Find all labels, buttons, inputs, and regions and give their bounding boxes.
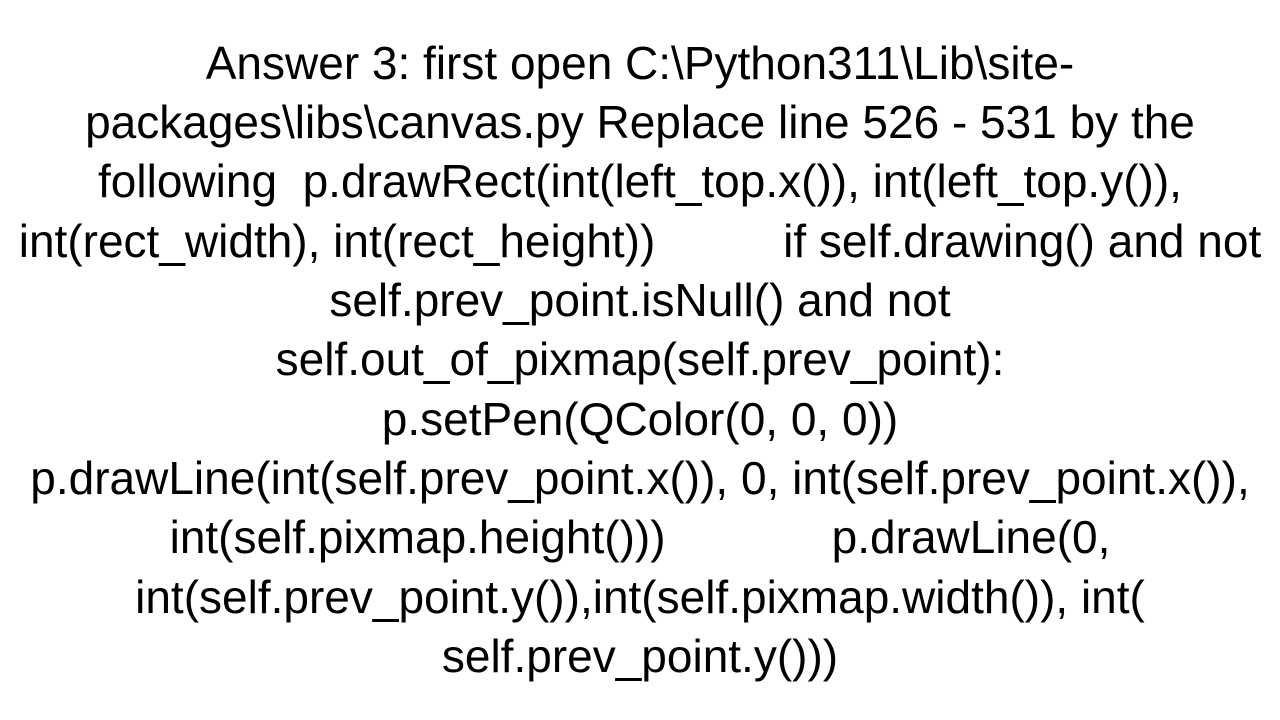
- answer-container: Answer 3: first open C:\Python311\Lib\si…: [0, 0, 1280, 720]
- answer-text: Answer 3: first open C:\Python311\Lib\si…: [6, 34, 1274, 687]
